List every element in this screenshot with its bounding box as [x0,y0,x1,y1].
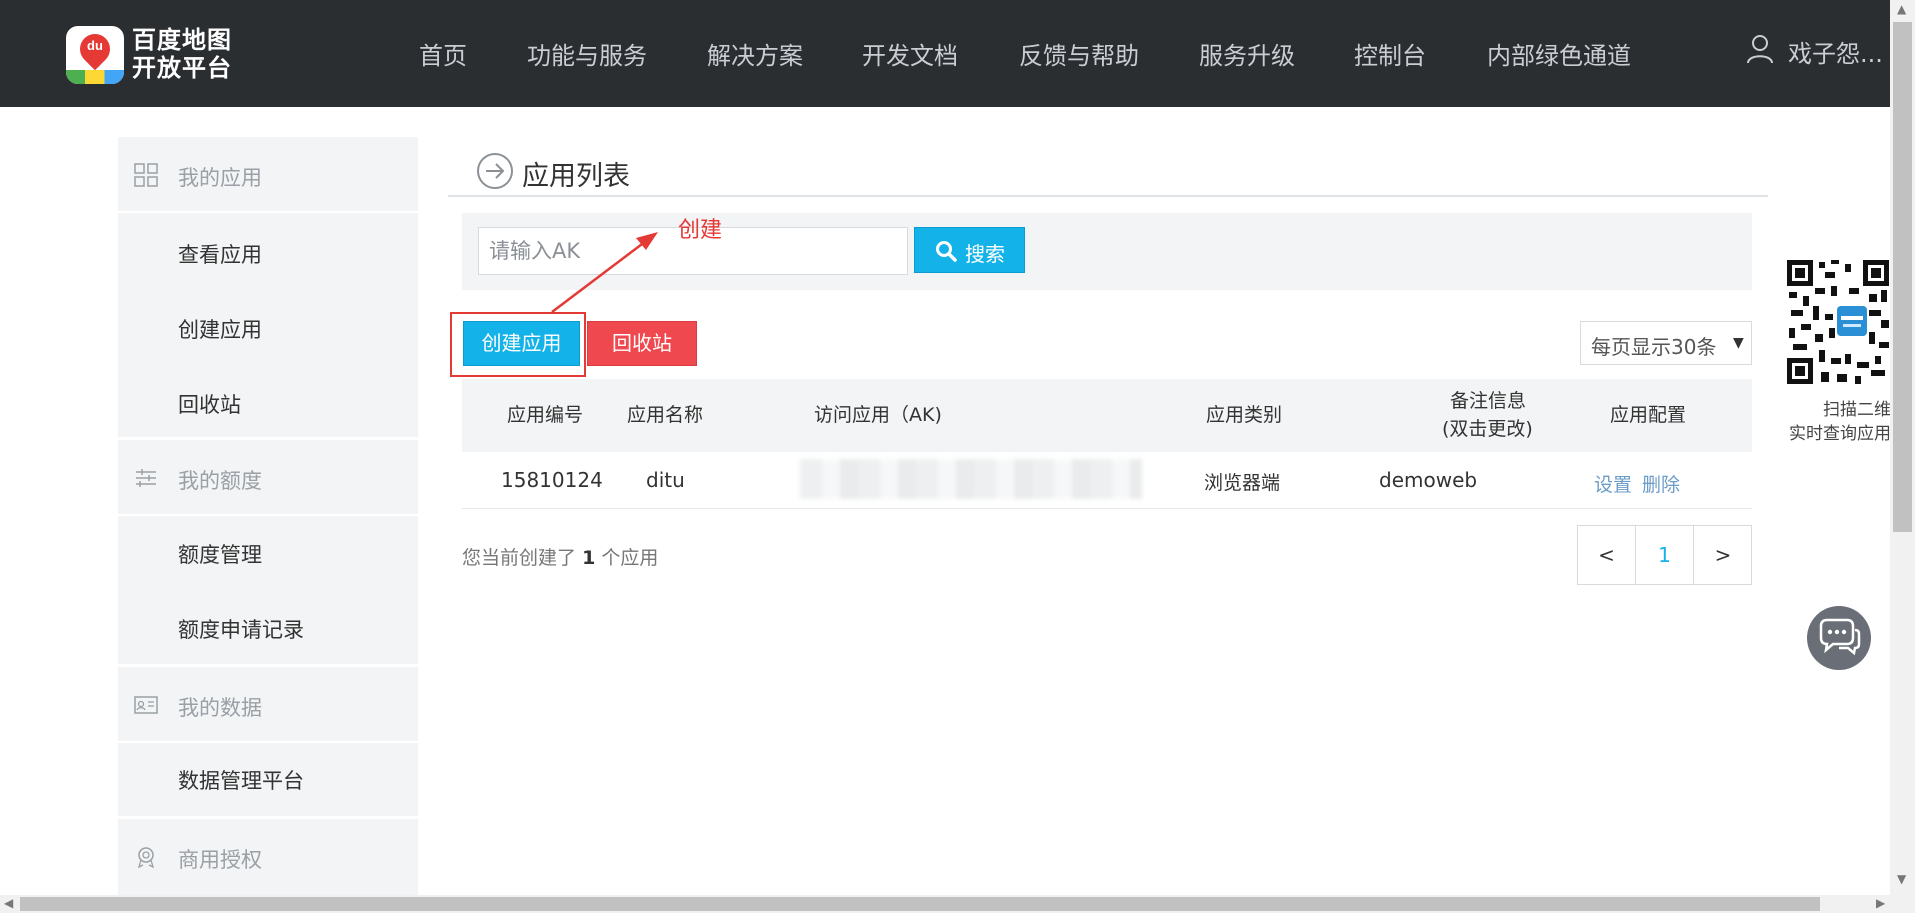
page-size-select[interactable]: 每页显示30条 ▼ [1580,321,1752,365]
nav-feedback[interactable]: 反馈与帮助 [1019,36,1139,71]
next-page-button[interactable]: > [1694,526,1752,584]
page-title: 应用列表 [522,161,630,192]
chat-support-button[interactable] [1807,606,1871,670]
recycle-bin-button[interactable]: 回收站 [587,321,697,366]
nav-upgrade[interactable]: 服务升级 [1199,36,1295,71]
vertical-scrollbar[interactable]: ▲ ▼ [1890,0,1915,895]
chat-bubble-icon [1819,618,1861,656]
page-title-row: 应用列表 [448,150,1768,197]
arrow-circle-icon [477,153,513,189]
id-card-icon [134,696,158,714]
create-app-button[interactable]: 创建应用 [463,321,580,366]
pagination: < 1 > [1577,525,1752,585]
scroll-left-arrow[interactable]: ◀ [4,896,13,910]
user-icon [1747,35,1773,64]
baidu-map-logo[interactable]: du 百度地图 开放平台 [66,26,236,84]
award-icon [137,847,155,869]
nav-console[interactable]: 控制台 [1354,36,1426,71]
delete-link[interactable]: 删除 [1642,470,1680,497]
sidebar-item-recycle-bin[interactable]: 回收站 [178,389,241,419]
sidebar: 我的应用 查看应用 创建应用 回收站 我的额度 额度管理 额度申请记录 我的数据… [118,137,418,913]
sidebar-group-my-apps: 我的应用 [118,137,418,213]
qr-code-image [1785,258,1891,386]
nav-internal[interactable]: 内部绿色通道 [1487,36,1631,71]
grid-icon [134,163,158,187]
sidebar-group-my-data: 我的数据 [118,667,418,743]
app-count-value: 1 [582,547,596,569]
cell-note[interactable]: demoweb [1379,468,1477,492]
logo-line2: 开放平台 [132,54,232,82]
sidebar-group-label: 我的数据 [178,696,262,720]
table-header: 应用编号 应用名称 访问应用（AK) 应用类别 备注信息 (双击更改) 应用配置 [462,379,1752,452]
cell-app-type: 浏览器端 [1204,472,1281,494]
sidebar-item-create-app[interactable]: 创建应用 [178,314,262,344]
col-ak: 访问应用（AK) [814,404,942,426]
sidebar-group-commercial-license: 商用授权 [118,819,418,895]
annotation-arrow [551,232,658,313]
horizontal-scrollbar[interactable]: ◀ ▶ [0,895,1915,913]
col-app-name: 应用名称 [627,404,704,426]
search-icon [936,241,957,262]
page-1-button[interactable]: 1 [1636,526,1694,584]
prev-page-button[interactable]: < [1578,526,1636,584]
user-name: 戏子怨... [1788,40,1883,68]
qr-caption: 扫描二维码 实时查询应用状 [1789,400,1908,444]
col-app-type: 应用类别 [1206,404,1283,426]
horizontal-scroll-thumb[interactable] [20,897,1820,911]
cell-app-id: 15810124 [501,468,603,492]
nav-home[interactable]: 首页 [419,36,467,71]
nav-features[interactable]: 功能与服务 [527,36,647,71]
cell-ak-redacted [800,459,1142,499]
col-note-hint: (双击更改) [1442,418,1533,440]
sidebar-group-label: 我的应用 [178,166,262,190]
sidebar-item-data-platform[interactable]: 数据管理平台 [178,765,304,795]
scroll-down-arrow[interactable]: ▼ [1897,872,1906,886]
sidebar-item-quota-requests[interactable]: 额度申请记录 [178,614,304,644]
sliders-icon [136,469,156,487]
vertical-scroll-thumb[interactable] [1893,22,1912,532]
search-button-label: 搜索 [965,244,1005,266]
annotation-label: 创建 [678,218,723,243]
scroll-up-arrow[interactable]: ▲ [1897,2,1906,16]
nav-docs[interactable]: 开发文档 [862,36,958,71]
table-row: 15810124 ditu 浏览器端 demoweb 设置 删除 [462,453,1752,509]
sidebar-item-view-apps[interactable]: 查看应用 [178,239,262,269]
col-note: 备注信息 [1450,390,1527,412]
settings-link[interactable]: 设置 [1594,470,1632,497]
col-app-id: 应用编号 [507,404,584,426]
cell-app-name: ditu [646,468,685,492]
search-button[interactable]: 搜索 [914,227,1025,273]
nav-solutions[interactable]: 解决方案 [707,36,803,71]
col-config: 应用配置 [1610,404,1687,426]
caret-down-icon: ▼ [1733,335,1744,351]
app-count-text: 您当前创建了 1 个应用 [462,547,659,569]
sidebar-group-my-quota: 我的额度 [118,440,418,516]
sidebar-item-quota-management[interactable]: 额度管理 [178,539,262,569]
scroll-right-arrow[interactable]: ▶ [1876,896,1885,910]
sidebar-group-label: 商用授权 [178,848,262,872]
page-size-value: 每页显示30条 [1591,335,1717,359]
sidebar-group-label: 我的额度 [178,469,262,493]
logo-badge: du [66,26,124,84]
logo-line1: 百度地图 [132,26,232,54]
top-navbar: du 百度地图 开放平台 首页 功能与服务 解决方案 开发文档 反馈与帮助 服务… [0,0,1915,107]
